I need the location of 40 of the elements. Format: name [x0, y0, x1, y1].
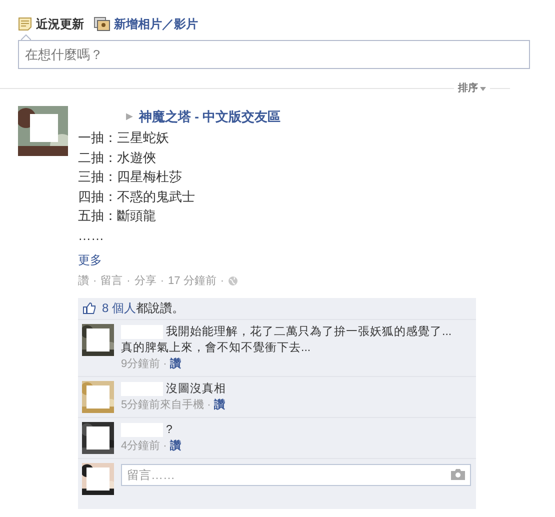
post-text: 二抽：水遊俠 [78, 148, 157, 166]
dot-separator: · [207, 398, 211, 412]
sort-button[interactable]: 排序 [454, 81, 490, 96]
dot-separator: · [93, 274, 97, 289]
like-link[interactable]: 讚 [214, 396, 225, 412]
group-link[interactable]: 神魔之塔 - 中文版交友區 [139, 107, 281, 127]
comment-time: 4分鐘前 [121, 438, 160, 454]
comment-text: 我開始能理解，花了二萬只為了拚一張妖狐的感覺了... [166, 324, 452, 340]
photo-icon [94, 17, 110, 31]
arrow-glyph: ▶ [126, 110, 133, 124]
note-icon [18, 17, 32, 31]
dot-separator: · [163, 438, 167, 454]
comment-text: 沒圖沒真相 [166, 382, 226, 396]
dot-separator: · [126, 274, 130, 289]
post-text: 四抽：不惑的鬼武士 [78, 188, 196, 206]
comment-text: 真的脾氣上來，會不知不覺衝下去... [121, 340, 311, 356]
composer-tab[interactable]: 近況更新 [18, 15, 84, 33]
like-link[interactable]: 讚 [170, 438, 181, 454]
thumbs-up-icon [83, 302, 96, 314]
like-link[interactable]: 讚 [170, 356, 181, 372]
comment-text: ? [166, 422, 172, 438]
composer-tab[interactable]: 新增相片／影片 [94, 15, 198, 33]
post-text: 五抽：斷頭龍 [78, 207, 157, 225]
post-text: …… [78, 226, 105, 244]
timestamp: 17 分鐘前 [168, 274, 216, 289]
caret-icon [480, 86, 486, 90]
post-text: 三抽：四星梅杜莎 [78, 168, 183, 186]
camera-icon[interactable] [451, 468, 465, 480]
dot-separator: · [163, 356, 167, 372]
globe-icon [228, 276, 238, 286]
comment-time: 5分鐘前來自手機 [121, 398, 204, 412]
dot-separator: · [220, 274, 224, 289]
more-link[interactable]: 更多 [78, 251, 102, 269]
dot-separator: · [160, 274, 164, 289]
likes-text: 8 個人都說讚。 [102, 300, 184, 317]
tab-pointer-icon [21, 34, 31, 40]
comment-field[interactable]: 留言…… [121, 464, 471, 486]
comment-time: 9分鐘前 [121, 356, 160, 372]
post-text: 一抽：三星蛇妖 [78, 129, 170, 147]
status-input[interactable]: 在想什麼嗎？ [18, 40, 530, 69]
